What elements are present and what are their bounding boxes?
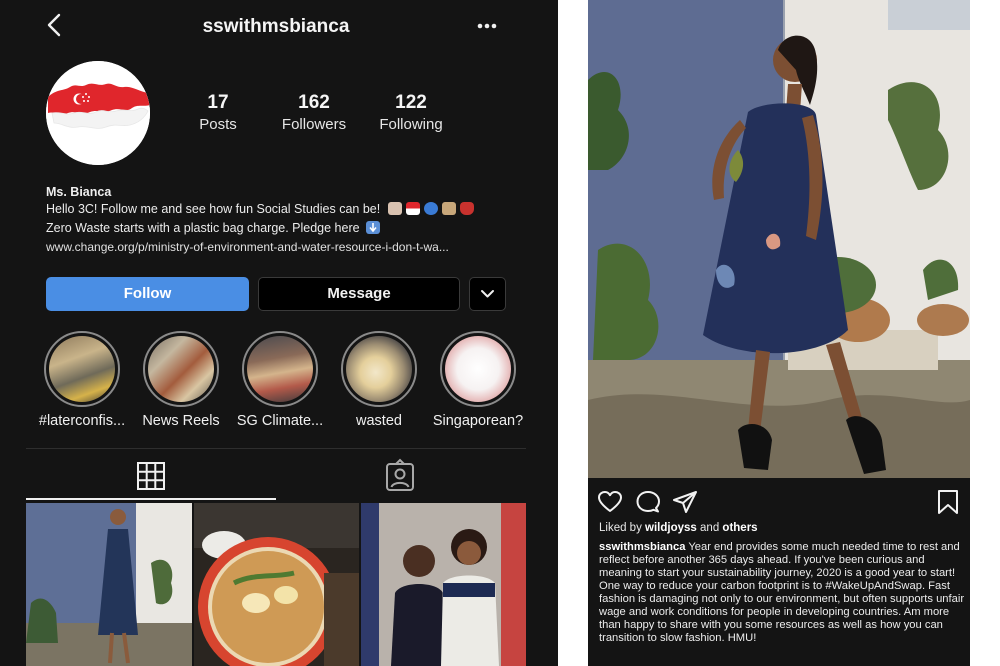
highlight-label: Singaporean?: [432, 413, 524, 429]
globe-emoji-icon: [423, 202, 438, 215]
highlight-label: #laterconfis...: [38, 413, 126, 429]
highlight-sg-climate[interactable]: SG Climate...: [228, 331, 332, 429]
highlight-ring: [242, 331, 318, 407]
caption-text: Year end provides some much needed time …: [599, 541, 965, 644]
bio-line-2-text: Zero Waste starts with a plastic bag cha…: [46, 221, 360, 235]
following-count: 122: [395, 92, 427, 113]
follow-button[interactable]: Follow: [46, 277, 249, 311]
liked-by-user[interactable]: wildjoyss: [645, 522, 697, 534]
backpack-emoji-icon: [459, 202, 474, 215]
highlight-cover-image: [346, 336, 412, 402]
grid-post-dress[interactable]: [26, 503, 192, 666]
singapore-flag-emoji-icon: [405, 202, 420, 215]
liked-by-summary[interactable]: Liked by wildjoyss and others: [599, 522, 758, 534]
bio-line-1: Hello 3C! Follow me and see how fun Soci…: [46, 200, 516, 219]
bio-line-1-text: Hello 3C! Follow me and see how fun Soci…: [46, 202, 381, 216]
profile-screen: sswithmsbianca 17 Posts 162 Followers 12…: [0, 0, 558, 666]
stat-posts[interactable]: 17 Posts: [168, 92, 268, 136]
highlight-news-reels[interactable]: News Reels: [129, 331, 233, 429]
highlight-label: wasted: [356, 413, 402, 429]
post-photo[interactable]: [588, 0, 970, 478]
highlight-cover-image: [247, 336, 313, 402]
more-options-icon[interactable]: [474, 14, 500, 38]
tabs-divider: [26, 448, 526, 449]
stat-followers[interactable]: 162 Followers: [264, 92, 364, 136]
grid-post-ramen[interactable]: [194, 503, 359, 666]
message-button[interactable]: Message: [258, 277, 460, 311]
bio-website-link[interactable]: www.change.org/p/ministry-of-environment…: [46, 238, 516, 257]
liked-by-others[interactable]: others: [722, 522, 757, 534]
highlight-ring: [44, 331, 120, 407]
highlight-ring: [143, 331, 219, 407]
comment-bubble-icon[interactable]: [635, 489, 661, 515]
caption-username[interactable]: sswithmsbianca: [599, 541, 685, 553]
profile-avatar[interactable]: [46, 61, 150, 165]
profile-bio: Ms. Bianca Hello 3C! Follow me and see h…: [46, 184, 516, 257]
posts-label: Posts: [199, 116, 237, 133]
highlight-cover-image: [49, 336, 115, 402]
bio-line-2: Zero Waste starts with a plastic bag cha…: [46, 219, 516, 238]
bio-display-name: Ms. Bianca: [46, 185, 112, 199]
highlight-ring: [341, 331, 417, 407]
chevron-down-icon: [481, 290, 494, 298]
highlight-wasted[interactable]: wasted: [327, 331, 431, 429]
tagged-icon: [386, 458, 414, 491]
followers-count: 162: [298, 92, 330, 113]
grid-icon: [137, 462, 165, 490]
highlight-laterconfis[interactable]: #laterconfis...: [30, 331, 134, 429]
down-arrow-emoji-icon: [366, 221, 381, 234]
grid-post-friends[interactable]: [361, 503, 526, 666]
tab-tagged[interactable]: [276, 456, 526, 500]
profile-header: sswithmsbianca: [0, 0, 558, 52]
stat-following[interactable]: 122 Following: [361, 92, 461, 136]
tab-posts-grid[interactable]: [26, 456, 276, 500]
suggested-dropdown-button[interactable]: [469, 277, 506, 311]
highlight-singaporean[interactable]: Singaporean?: [426, 331, 530, 429]
followers-label: Followers: [281, 116, 347, 133]
highlight-ring: [440, 331, 516, 407]
teacher-emoji-icon: [387, 202, 402, 215]
following-label: Following: [379, 116, 443, 133]
profile-username-title: sswithmsbianca: [202, 16, 350, 37]
post-caption: sswithmsbianca Year end provides some mu…: [599, 541, 965, 645]
posts-count: 17: [207, 92, 229, 113]
highlight-label: SG Climate...: [236, 413, 324, 429]
liked-by-and: and: [700, 522, 720, 534]
school-emoji-icon: [441, 202, 456, 215]
save-bookmark-icon[interactable]: [935, 489, 961, 515]
share-send-icon[interactable]: [672, 489, 698, 515]
liked-by-prefix: Liked by: [599, 522, 642, 534]
post-screen: Liked by wildjoyss and others sswithmsbi…: [588, 0, 970, 666]
like-heart-icon[interactable]: [597, 489, 623, 515]
highlight-cover-image: [148, 336, 214, 402]
highlight-label: News Reels: [142, 413, 220, 429]
highlight-cover-image: [445, 336, 511, 402]
